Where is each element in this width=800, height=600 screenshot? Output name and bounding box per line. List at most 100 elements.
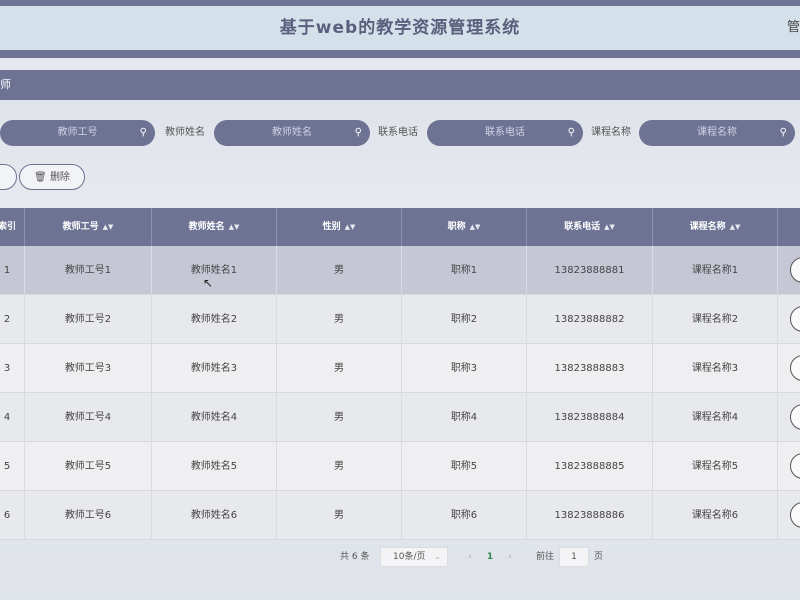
search-icon[interactable]: ⚲ <box>355 120 362 146</box>
cell-index: 2 <box>0 295 25 344</box>
sort-icon: ▲▼ <box>729 223 741 231</box>
table-row[interactable]: 6 教师工号6 教师姓名6 男 职称6 13823888886 课程名称6 <box>0 491 800 540</box>
cell-index: 1 <box>0 246 25 295</box>
table-header: 索引 教师工号 ▲▼ 教师姓名 ▲▼ 性别 ▲▼ 职称 ▲▼ 联系电话 ▲▼ 课程名称 ▲▼ <box>0 208 800 246</box>
cell-phone: 13823888885 <box>527 442 653 491</box>
column-header-teacher-id[interactable]: 教师工号 ▲▼ <box>25 208 152 246</box>
cell-title: 职称5 <box>402 442 527 491</box>
cell-index: 5 <box>0 442 25 491</box>
cell-teacher-name: 教师姓名6 <box>152 491 277 540</box>
column-header-actions <box>778 208 800 246</box>
cell-course-name: 课程名称1 <box>653 246 778 295</box>
table-row[interactable]: 4 教师工号4 教师姓名4 男 职称4 13823888884 课程名称4 <box>0 393 800 442</box>
cell-teacher-id: 教师工号6 <box>25 491 152 540</box>
cell-gender: 男 <box>277 344 402 393</box>
search-icon[interactable]: ⚲ <box>140 120 147 146</box>
cell-title: 职称3 <box>402 344 527 393</box>
search-row: 教师工号 ⚲ 教师姓名 教师姓名 ⚲ 联系电话 联系电话 ⚲ 课程名称 课程名称… <box>0 118 800 150</box>
user-menu[interactable]: 管 <box>787 6 800 50</box>
sort-icon: ▲▼ <box>604 223 615 231</box>
row-action-button[interactable] <box>790 306 800 332</box>
cell-gender: 男 <box>277 393 402 442</box>
row-action-button[interactable] <box>790 257 800 283</box>
cell-phone: 13823888886 <box>527 491 653 540</box>
header-divider <box>0 50 800 58</box>
teacher-id-placeholder: 教师工号 <box>57 127 98 138</box>
cell-gender: 男 <box>277 442 402 491</box>
cell-index: 3 <box>0 344 25 393</box>
column-header-title[interactable]: 职称 ▲▼ <box>402 208 527 246</box>
cell-course-name: 课程名称5 <box>653 442 778 491</box>
phone-placeholder: 联系电话 <box>485 127 525 138</box>
cell-gender: 男 <box>277 295 402 344</box>
cell-teacher-name: 教师姓名3 <box>152 344 277 393</box>
prev-page-button[interactable]: ‹ <box>462 547 478 567</box>
chevron-down-icon: ⌄ <box>434 552 441 561</box>
nav-strip <box>0 58 800 70</box>
cell-phone: 13823888882 <box>527 295 653 344</box>
add-button[interactable] <box>0 164 17 190</box>
cell-index: 4 <box>0 393 25 442</box>
row-action-button[interactable] <box>790 355 800 381</box>
cell-gender: 男 <box>277 491 402 540</box>
breadcrumb-bar: 师 <box>0 70 800 100</box>
cell-teacher-name: 教师姓名4 <box>152 393 277 442</box>
cell-phone: 13823888881 <box>527 246 653 295</box>
table-row[interactable]: 5 教师工号5 教师姓名5 男 职称5 13823888885 课程名称5 <box>0 442 800 491</box>
delete-button[interactable]: 🗑 删除 <box>19 164 85 190</box>
course-name-placeholder: 课程名称 <box>697 127 737 138</box>
sort-icon: ▲▼ <box>228 223 240 231</box>
breadcrumb[interactable]: 师 <box>0 70 11 100</box>
cell-teacher-name: 教师姓名2 <box>152 295 277 344</box>
pagination-total: 共 6 条 <box>340 552 370 562</box>
page-number-current[interactable]: 1 <box>480 547 500 567</box>
cell-gender: 男 <box>277 246 402 295</box>
cell-index: 6 <box>0 491 25 540</box>
cell-title: 职称6 <box>402 491 527 540</box>
table-row[interactable]: 1 教师工号1 教师姓名1 男 职称1 13823888881 课程名称1 <box>0 246 800 295</box>
cell-teacher-name: 教师姓名5 <box>152 442 277 491</box>
goto-page-input[interactable]: 1 <box>559 547 589 567</box>
phone-label: 联系电话 <box>378 127 418 138</box>
column-header-course-name[interactable]: 课程名称 ▲▼ <box>653 208 778 246</box>
column-header-teacher-name[interactable]: 教师姓名 ▲▼ <box>152 208 277 246</box>
cell-title: 职称4 <box>402 393 527 442</box>
table-row[interactable]: 3 教师工号3 教师姓名3 男 职称3 13823888883 课程名称3 <box>0 344 800 393</box>
cell-course-name: 课程名称4 <box>653 393 778 442</box>
cell-course-name: 课程名称3 <box>653 344 778 393</box>
course-name-search-input[interactable]: 课程名称 ⚲ <box>639 120 795 146</box>
cell-teacher-id: 教师工号4 <box>25 393 152 442</box>
delete-label: 删除 <box>49 172 70 183</box>
sort-icon: ▲▼ <box>469 223 481 231</box>
phone-search-input[interactable]: 联系电话 ⚲ <box>427 120 583 146</box>
mouse-cursor-icon: ↖ <box>203 276 214 290</box>
cell-phone: 13823888884 <box>527 393 653 442</box>
cell-teacher-id: 教师工号5 <box>25 442 152 491</box>
sort-icon: ▲▼ <box>344 223 356 231</box>
cell-course-name: 课程名称6 <box>653 491 778 540</box>
teacher-id-search-input[interactable]: 教师工号 ⚲ <box>0 120 155 146</box>
teacher-name-placeholder: 教师姓名 <box>272 127 312 138</box>
search-icon[interactable]: ⚲ <box>568 120 575 146</box>
column-header-phone[interactable]: 联系电话 ▲▼ <box>527 208 653 246</box>
cell-teacher-id: 教师工号3 <box>25 344 152 393</box>
row-action-button[interactable] <box>790 404 800 430</box>
row-action-button[interactable] <box>790 453 800 479</box>
cell-course-name: 课程名称2 <box>653 295 778 344</box>
cell-teacher-id: 教师工号1 <box>25 246 152 295</box>
row-action-button[interactable] <box>790 502 800 528</box>
page-size-select[interactable]: 10条/页 ⌄ <box>380 547 448 567</box>
search-icon[interactable]: ⚲ <box>780 120 787 146</box>
trash-icon: 🗑 <box>34 172 47 183</box>
course-name-label: 课程名称 <box>591 127 631 138</box>
app-title: 基于web的教学资源管理系统 <box>279 18 521 38</box>
column-header-gender[interactable]: 性别 ▲▼ <box>277 208 402 246</box>
page-size-value: 10条/页 <box>393 552 426 562</box>
cell-teacher-name: 教师姓名1 <box>152 246 277 295</box>
table-row[interactable]: 2 教师工号2 教师姓名2 男 职称2 13823888882 课程名称2 <box>0 295 800 344</box>
cell-phone: 13823888883 <box>527 344 653 393</box>
cell-title: 职称2 <box>402 295 527 344</box>
teacher-name-search-input[interactable]: 教师姓名 ⚲ <box>214 120 370 146</box>
next-page-button[interactable]: › <box>502 547 518 567</box>
cell-title: 职称1 <box>402 246 527 295</box>
